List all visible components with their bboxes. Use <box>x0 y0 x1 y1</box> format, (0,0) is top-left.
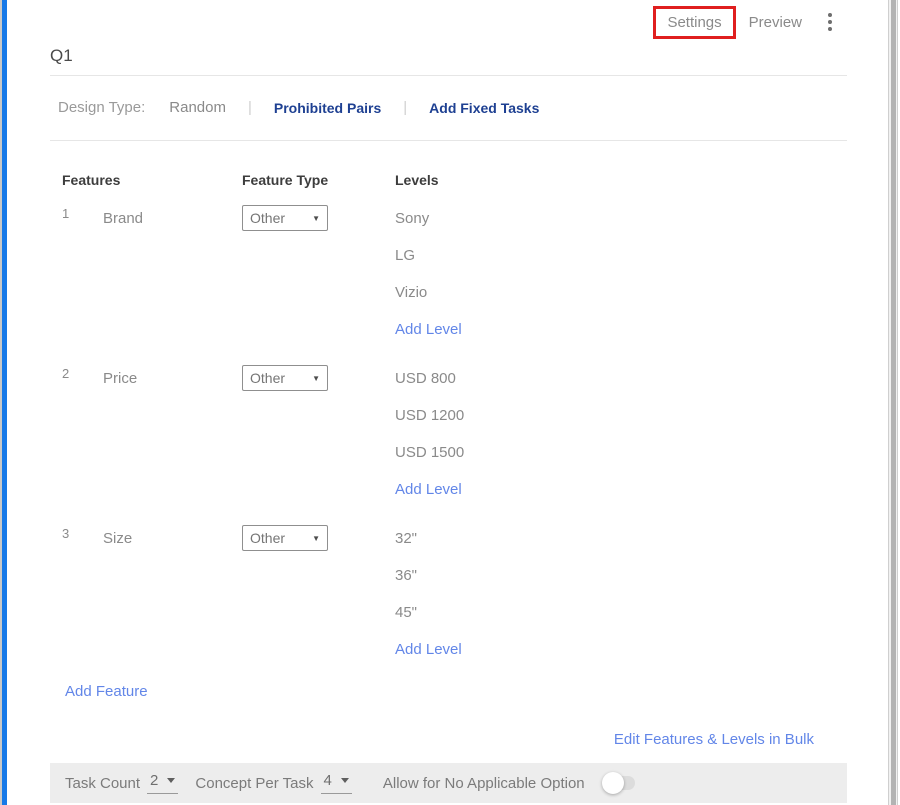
concept-per-task-value: 4 <box>324 772 332 789</box>
feature-row-size: 3 Size Other ▼ 32" 36" 45" Add Level <box>50 520 847 668</box>
bulk-edit-row: Edit Features & Levels in Bulk <box>50 731 847 749</box>
editor-toolbar: Settings Preview <box>7 0 888 44</box>
design-type-option-random[interactable]: Random <box>169 99 226 116</box>
design-type-option-add-fixed-tasks[interactable]: Add Fixed Tasks <box>429 100 539 116</box>
task-settings-bar: Task Count 2 Concept Per Task 4 Allow fo… <box>50 763 847 803</box>
feature-name-size[interactable]: Size <box>103 520 242 557</box>
separator: | <box>248 99 252 116</box>
feature-name-price[interactable]: Price <box>103 360 242 397</box>
column-header-features: Features <box>62 172 242 188</box>
feature-type-select[interactable]: Other ▼ <box>242 365 328 391</box>
feature-type-value: Other <box>250 210 285 226</box>
level-value[interactable]: 36" <box>395 557 847 594</box>
feature-type-value: Other <box>250 370 285 386</box>
level-value[interactable]: LG <box>395 237 847 274</box>
add-level-link[interactable]: Add Level <box>395 311 847 348</box>
add-feature-link[interactable]: Add Feature <box>65 682 148 702</box>
add-level-link[interactable]: Add Level <box>395 471 847 508</box>
level-value[interactable]: USD 1200 <box>395 397 847 434</box>
question-content: Q1 Design Type: Random | Prohibited Pair… <box>50 44 847 803</box>
caret-down-icon <box>167 778 175 783</box>
design-type-option-prohibited-pairs[interactable]: Prohibited Pairs <box>274 100 381 116</box>
toggle-knob <box>602 772 624 794</box>
chevron-down-icon: ▼ <box>312 214 320 223</box>
divider <box>50 140 847 141</box>
preview-button[interactable]: Preview <box>749 14 802 31</box>
task-count-dropdown[interactable]: 2 <box>147 772 178 794</box>
column-header-feature-type: Feature Type <box>242 172 395 188</box>
features-table-header: Features Feature Type Levels <box>50 172 847 188</box>
separator: | <box>403 99 407 116</box>
feature-type-select[interactable]: Other ▼ <box>242 205 328 231</box>
concept-per-task-label: Concept Per Task <box>195 775 313 792</box>
feature-name-brand[interactable]: Brand <box>103 200 242 237</box>
settings-button[interactable]: Settings <box>653 6 735 39</box>
chevron-down-icon: ▼ <box>312 374 320 383</box>
no-applicable-option-label: Allow for No Applicable Option <box>383 775 585 792</box>
no-applicable-option-toggle[interactable] <box>605 776 635 790</box>
level-value[interactable]: 45" <box>395 594 847 631</box>
concept-per-task-dropdown[interactable]: 4 <box>321 772 352 794</box>
feature-row-price: 2 Price Other ▼ USD 800 USD 1200 USD 150… <box>50 360 847 508</box>
feature-index: 3 <box>62 520 103 668</box>
feature-row-brand: 1 Brand Other ▼ Sony LG Vizio Add Level <box>50 200 847 348</box>
task-count-value: 2 <box>150 772 158 789</box>
add-level-link[interactable]: Add Level <box>395 631 847 668</box>
edit-features-levels-bulk-link[interactable]: Edit Features & Levels in Bulk <box>614 731 814 748</box>
kebab-menu-icon[interactable] <box>824 9 836 35</box>
level-value[interactable]: USD 1500 <box>395 434 847 471</box>
level-value[interactable]: USD 800 <box>395 360 847 397</box>
feature-index: 2 <box>62 360 103 508</box>
vertical-scrollbar[interactable] <box>888 0 898 805</box>
scrollbar-thumb[interactable] <box>891 0 896 805</box>
feature-type-value: Other <box>250 530 285 546</box>
caret-down-icon <box>341 778 349 783</box>
question-code-label: Q1 <box>50 44 847 75</box>
task-count-label: Task Count <box>65 775 140 792</box>
design-type-row: Design Type: Random | Prohibited Pairs |… <box>50 76 847 140</box>
column-header-levels: Levels <box>395 172 847 188</box>
feature-index: 1 <box>62 200 103 348</box>
question-editor-panel: Settings Preview Q1 Design Type: Random … <box>7 0 888 805</box>
level-value[interactable]: 32" <box>395 520 847 557</box>
design-type-label: Design Type: <box>58 99 145 116</box>
level-value[interactable]: Sony <box>395 200 847 237</box>
level-value[interactable]: Vizio <box>395 274 847 311</box>
feature-type-select[interactable]: Other ▼ <box>242 525 328 551</box>
chevron-down-icon: ▼ <box>312 534 320 543</box>
